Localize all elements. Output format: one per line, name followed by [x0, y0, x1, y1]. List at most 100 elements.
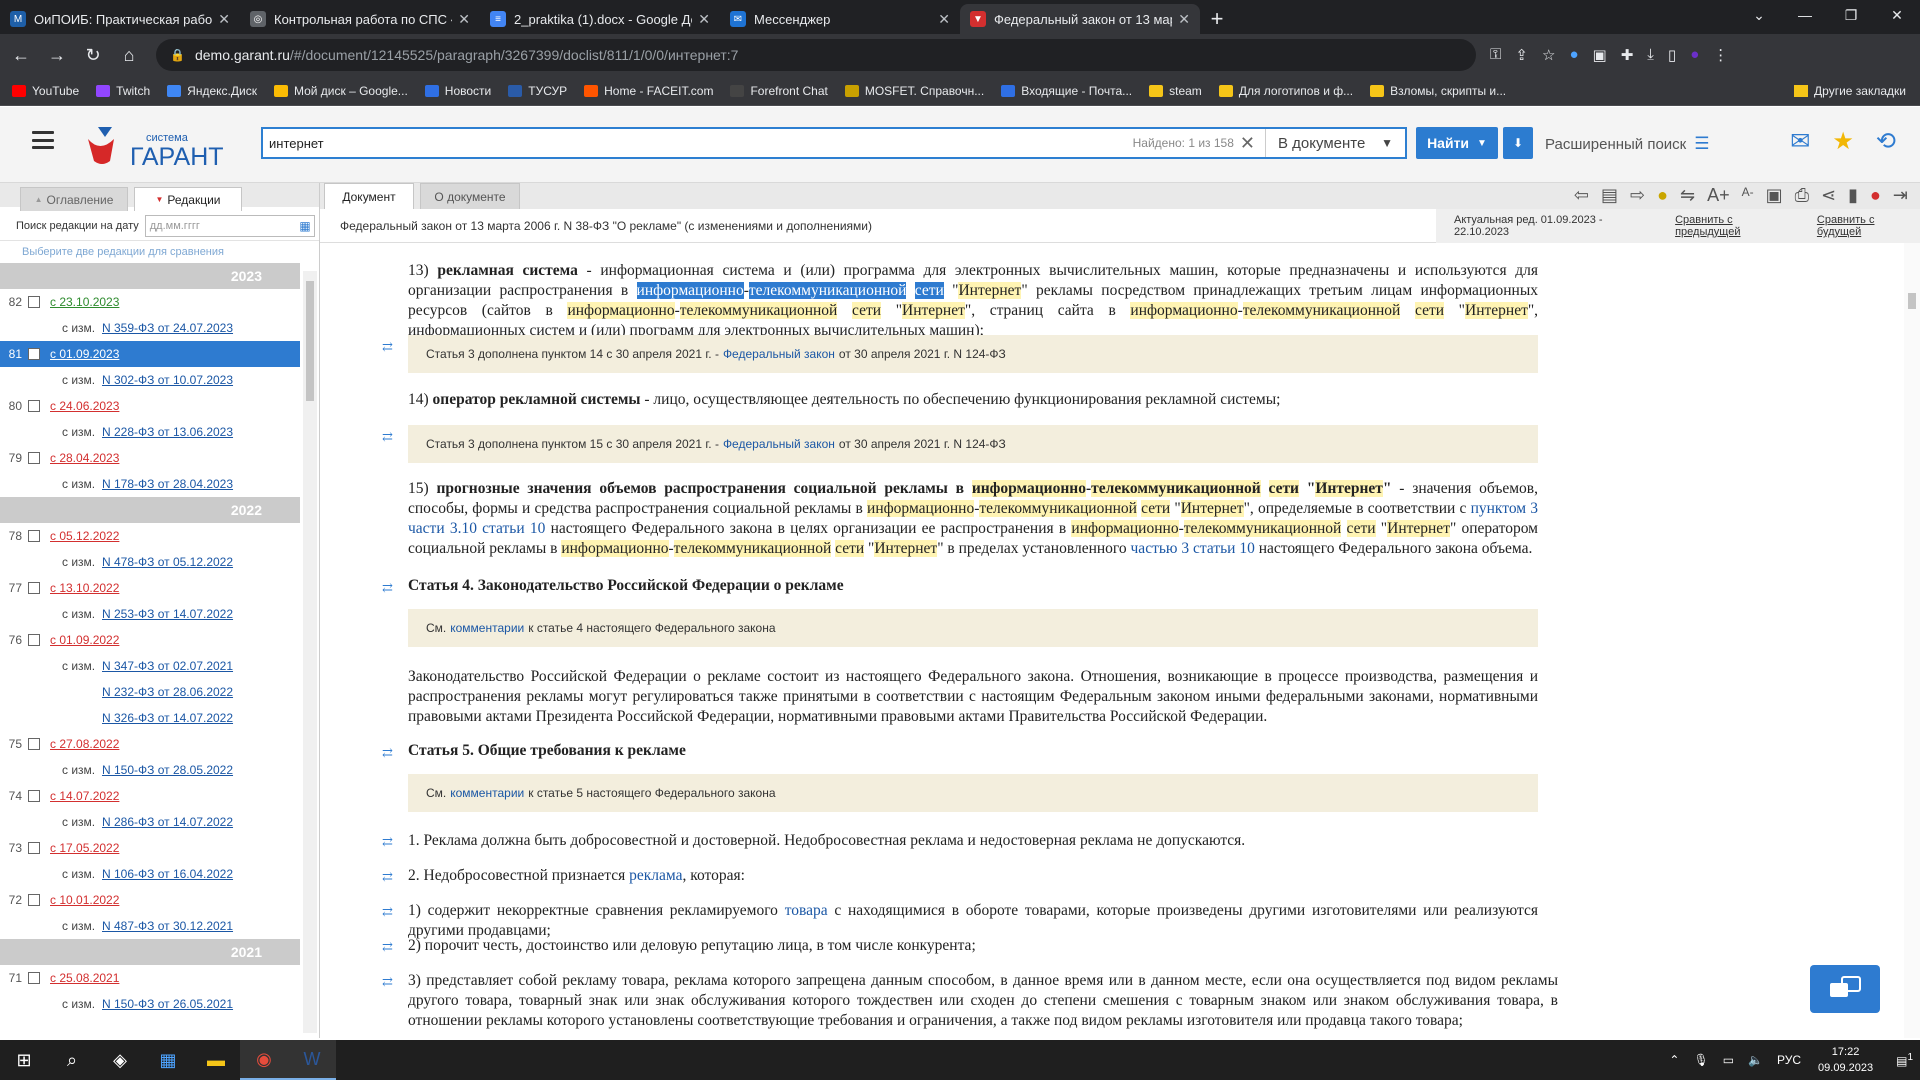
change-law-link[interactable]: N 228-ФЗ от 13.06.2023 [102, 425, 233, 439]
close-tab-icon[interactable]: ✕ [218, 11, 230, 28]
change-law-link[interactable]: N 326-ФЗ от 14.07.2022 [102, 711, 233, 725]
change-law-link[interactable]: N 478-ФЗ от 05.12.2022 [102, 555, 233, 569]
print-icon[interactable]: ⎙ [1795, 185, 1809, 206]
bookmark-item[interactable]: Для логотипов и ф... [1218, 84, 1353, 98]
advertising-link[interactable]: реклама [629, 867, 682, 884]
key-icon[interactable]: ⚿ [1490, 46, 1501, 64]
change-law-link[interactable]: N 302-ФЗ от 10.07.2023 [102, 373, 233, 387]
edition-row[interactable]: 73 с 17.05.2022 [0, 835, 300, 861]
volume-icon[interactable]: 🔈 [1748, 1053, 1763, 1067]
extension-icon[interactable]: ● [1569, 46, 1578, 64]
change-law-link[interactable]: N 253-ФЗ от 14.07.2022 [102, 607, 233, 621]
compare-editions-icon[interactable]: ⇋ [1680, 185, 1695, 206]
save-icon[interactable]: ▣ [1766, 185, 1783, 206]
edition-date-link[interactable]: с 23.10.2023 [50, 295, 119, 309]
edition-date-link[interactable]: с 13.10.2022 [50, 581, 119, 595]
article-4-heading[interactable]: Статья 4. Законодательство Российской Фе… [408, 577, 844, 595]
chrome-icon[interactable]: ◉ [240, 1040, 288, 1080]
search-scope-dropdown[interactable]: В документе ▼ [1265, 129, 1405, 157]
clock[interactable]: 17:22 09.09.2023 [1818, 1044, 1873, 1076]
close-tab-icon[interactable]: ✕ [938, 11, 950, 28]
history-icon[interactable]: ⟲ [1876, 127, 1896, 156]
warning-icon[interactable]: ● [1870, 185, 1881, 206]
bookmark-item[interactable]: Twitch [96, 84, 150, 98]
share-icon[interactable]: ⇪ [1515, 46, 1528, 64]
microphone-icon[interactable]: 🎙 [1693, 1053, 1708, 1067]
garant-logo[interactable]: система ГАРАНТ [86, 121, 236, 171]
explorer-icon[interactable]: ▦ [144, 1040, 192, 1080]
edition-checkbox[interactable] [28, 738, 40, 750]
tab-about-document[interactable]: О документе [420, 183, 520, 209]
bookmark-item[interactable]: Входящие - Почта... [1001, 84, 1132, 98]
notifications-icon[interactable]: ▤1 [1896, 1052, 1913, 1068]
change-law-link[interactable]: N 232-ФЗ от 28.06.2022 [102, 685, 233, 699]
edition-date-link[interactable]: с 01.09.2023 [50, 347, 119, 361]
edition-checkbox[interactable] [28, 582, 40, 594]
home-button[interactable]: ⌂ [114, 45, 144, 66]
bookmark-item[interactable]: Взломы, скрипты и... [1370, 84, 1506, 98]
scroll-thumb[interactable] [1908, 293, 1916, 309]
maximize-button[interactable]: ❐ [1828, 0, 1874, 30]
tab-search-icon[interactable]: ⌄ [1736, 0, 1782, 30]
calendar-icon[interactable]: ▦ [299, 219, 310, 233]
bookmark-item[interactable]: Мой диск – Google... [273, 84, 408, 98]
browser-tab[interactable]: ◎ Контрольная работа по СПС «К ✕ [240, 4, 480, 34]
change-law-link[interactable]: N 106-ФЗ от 16.04.2022 [102, 867, 233, 881]
compare-next-link[interactable]: Сравнить с будущей [1817, 214, 1920, 238]
search-icon[interactable]: ⌕ [48, 1040, 96, 1080]
new-tab-button[interactable]: + [1200, 4, 1234, 34]
network-icon[interactable]: ▭ [1723, 1053, 1734, 1067]
edition-checkbox[interactable] [28, 348, 40, 360]
bookmark-item[interactable]: Яндекс.Диск [167, 84, 257, 98]
menu-kebab-icon[interactable]: ⋮ [1713, 46, 1728, 64]
edition-checkbox[interactable] [28, 790, 40, 802]
note-law-link[interactable]: Федеральный закон [723, 347, 835, 361]
edition-row[interactable]: 80 с 24.06.2023 [0, 393, 300, 419]
mail-icon[interactable]: ✉ [1790, 127, 1810, 156]
tray-arrow-icon[interactable]: ⌃ [1669, 1053, 1679, 1067]
find-in-list-button[interactable]: ⬇ [1503, 127, 1533, 159]
bookmark-star-icon[interactable]: ☆ [1542, 46, 1555, 64]
bookmark-item[interactable]: Новости [424, 84, 491, 98]
info-marker-icon[interactable]: ⇄ [382, 745, 393, 761]
compare-prev-link[interactable]: Сравнить с предыдущей [1675, 214, 1799, 238]
word-icon[interactable]: W [288, 1040, 336, 1080]
edition-date-link[interactable]: с 27.08.2022 [50, 737, 119, 751]
edition-checkbox[interactable] [28, 400, 40, 412]
close-tab-icon[interactable]: ✕ [1178, 11, 1190, 28]
edition-checkbox[interactable] [28, 452, 40, 464]
share-icon[interactable]: ⋖ [1821, 185, 1836, 206]
edition-row[interactable]: 71 с 25.08.2021 [0, 965, 300, 991]
info-marker-icon[interactable]: ⇄ [382, 904, 393, 920]
document-scrollbar[interactable] [1904, 243, 1920, 1038]
edition-date-link[interactable]: с 05.12.2022 [50, 529, 119, 543]
change-law-link[interactable]: N 487-ФЗ от 30.12.2021 [102, 919, 233, 933]
edition-date-link[interactable]: с 01.09.2022 [50, 633, 119, 647]
profile-avatar[interactable]: ● [1690, 46, 1699, 64]
date-input[interactable]: дд.мм.гггг ▦ [144, 214, 315, 237]
change-law-link[interactable]: N 359-ФЗ от 24.07.2023 [102, 321, 233, 335]
tab-editions[interactable]: ▼ Редакции [134, 187, 242, 211]
advanced-search-link[interactable]: Расширенный поиск ☰ [1545, 134, 1710, 154]
edition-row[interactable]: 76 с 01.09.2022 [0, 627, 300, 653]
left-scrollbar[interactable] [303, 271, 317, 1033]
close-window-button[interactable]: ✕ [1874, 0, 1920, 30]
address-bar[interactable]: 🔒 demo.garant.ru/#/document/12145525/par… [156, 39, 1476, 71]
info-marker-icon[interactable]: ⇄ [382, 580, 393, 596]
tab-contents[interactable]: ▲ Оглавление [20, 187, 128, 211]
bookmark-item[interactable]: YouTube [12, 84, 79, 98]
bookmark-item[interactable]: ТУСУР [508, 84, 567, 98]
info-marker-icon[interactable]: ⇄ [382, 429, 393, 445]
edition-row[interactable]: 82 с 23.10.2023 [0, 289, 300, 315]
edition-checkbox[interactable] [28, 894, 40, 906]
back-button[interactable]: ← [6, 45, 36, 66]
edition-row[interactable]: 74 с 14.07.2022 [0, 783, 300, 809]
edition-checkbox[interactable] [28, 634, 40, 646]
font-increase-icon[interactable]: A+ [1707, 185, 1730, 206]
other-bookmarks[interactable]: Другие закладки [1794, 84, 1906, 98]
export-icon[interactable]: ⇥ [1893, 185, 1908, 206]
comments-link[interactable]: комментарии [450, 786, 524, 800]
windows-start-icon[interactable]: ⊞ [0, 1040, 48, 1080]
sidepanel-icon[interactable]: ▯ [1668, 46, 1676, 64]
document-icon[interactable]: ▤ [1601, 185, 1618, 206]
